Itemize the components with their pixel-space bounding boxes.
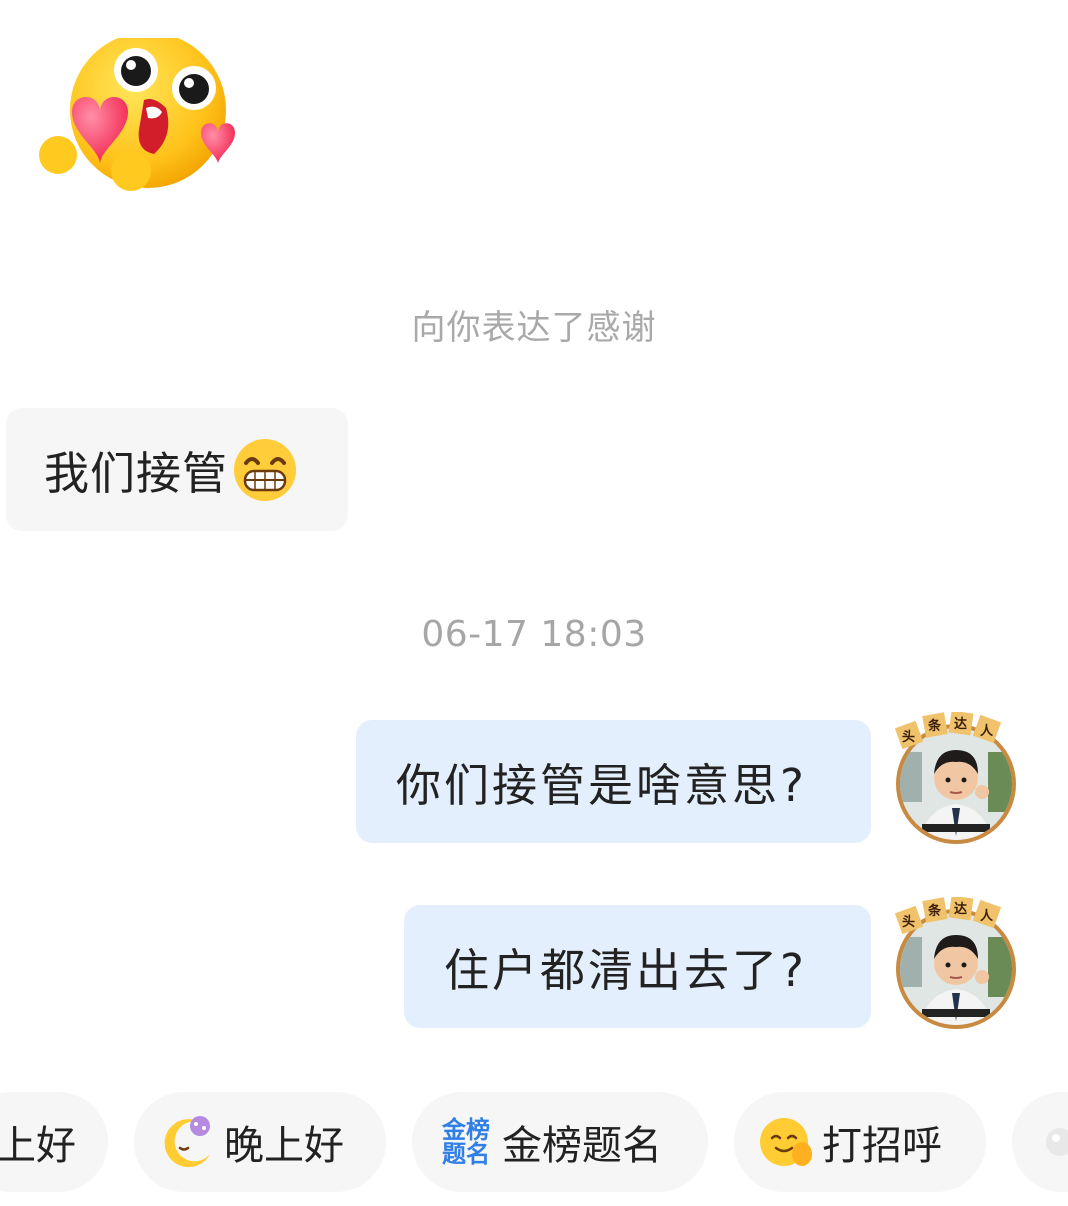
system-notice: 向你表达了感谢 bbox=[411, 308, 657, 348]
avatar[interactable]: 头 条 达 人 bbox=[892, 712, 1020, 846]
message-text: 我们接管 bbox=[44, 447, 229, 500]
svg-text:人: 人 bbox=[980, 908, 994, 924]
quick-reply-label: 金榜题名 bbox=[502, 1123, 662, 1169]
svg-text:条: 条 bbox=[928, 903, 942, 919]
quick-reply-label: 上好 bbox=[0, 1123, 76, 1169]
svg-text:头: 头 bbox=[902, 914, 915, 930]
wave-hand-face-icon bbox=[760, 1118, 812, 1166]
outgoing-message-bubble[interactable]: 你们接管是啥意思? bbox=[356, 720, 871, 843]
quick-reply-chip[interactable] bbox=[1012, 1092, 1068, 1192]
quick-reply-chip[interactable]: 晚上好 bbox=[134, 1092, 386, 1192]
partial-chip-icon bbox=[1046, 1128, 1068, 1156]
outgoing-message-bubble[interactable]: 住户都清出去了? bbox=[404, 905, 871, 1028]
incoming-message-bubble[interactable]: 我们接管 bbox=[6, 408, 348, 531]
svg-text:条: 条 bbox=[928, 718, 942, 734]
quick-reply-label: 晚上好 bbox=[224, 1123, 344, 1169]
moon-sleep-icon bbox=[164, 1116, 210, 1168]
svg-text:达: 达 bbox=[954, 716, 967, 732]
quick-reply-chip[interactable]: 上好 bbox=[0, 1092, 108, 1192]
gold-list-icon: 金榜 题名 bbox=[442, 1116, 490, 1168]
quick-reply-chip[interactable]: 金榜 题名 金榜题名 bbox=[412, 1092, 708, 1192]
chat-screen: 向你表达了感谢 我们接管 06-17 18:03 你们接管是啥意思? 住户都清出… bbox=[0, 0, 1068, 1206]
quick-reply-chip[interactable]: 打招呼 bbox=[734, 1092, 986, 1192]
love-heart-face-sticker[interactable] bbox=[36, 38, 242, 194]
svg-text:达: 达 bbox=[954, 901, 967, 917]
grinning-face-icon bbox=[234, 438, 297, 501]
message-timestamp: 06-17 18:03 bbox=[421, 614, 647, 655]
svg-text:头: 头 bbox=[902, 729, 915, 745]
avatar[interactable]: 头 条 达 人 bbox=[892, 897, 1020, 1031]
svg-text:人: 人 bbox=[980, 723, 994, 739]
quick-reply-label: 打招呼 bbox=[822, 1123, 942, 1169]
